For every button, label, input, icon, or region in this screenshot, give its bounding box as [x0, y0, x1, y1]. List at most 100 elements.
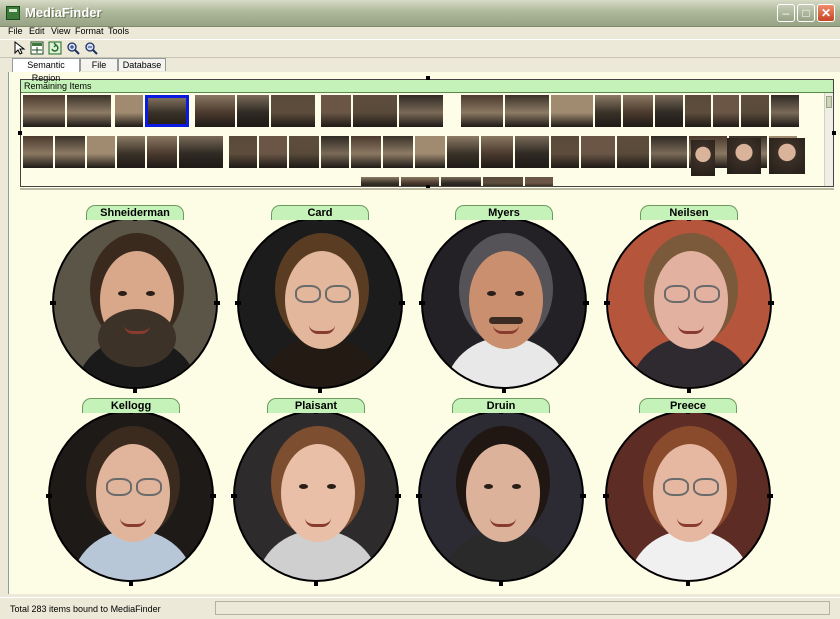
thumbnail-image[interactable] [525, 177, 553, 186]
resize-handle[interactable] [580, 494, 586, 498]
thumbnail-image[interactable] [483, 177, 523, 186]
thumbnail-image[interactable] [353, 95, 397, 127]
portrait-photo[interactable] [233, 410, 399, 582]
resize-handle[interactable] [314, 580, 318, 586]
thumbnail-image[interactable] [361, 177, 399, 186]
person-region-plaisant[interactable]: Plaisant [231, 398, 401, 586]
scrollbar-thumb[interactable] [826, 96, 832, 108]
thumbnail-image[interactable] [741, 95, 769, 127]
portrait-photo[interactable] [421, 217, 587, 389]
menu-format[interactable]: Format [75, 26, 104, 36]
portrait-photo[interactable] [418, 410, 584, 582]
thumbnail-image[interactable] [691, 140, 715, 176]
thumbnail-image[interactable] [595, 95, 621, 127]
resize-handle[interactable] [499, 580, 503, 586]
person-region-druin[interactable]: Druin [416, 398, 586, 586]
resize-handle-top[interactable] [426, 76, 430, 80]
thumbnail-image[interactable] [551, 95, 593, 127]
resize-handle[interactable] [235, 301, 241, 305]
thumbnail-image[interactable] [321, 95, 351, 127]
close-button[interactable]: ✕ [817, 4, 835, 22]
resize-handle[interactable] [214, 301, 220, 305]
portrait-photo[interactable] [237, 217, 403, 389]
zoom-in-icon[interactable] [66, 41, 80, 55]
pointer-icon[interactable] [12, 40, 26, 55]
portrait-photo[interactable] [605, 410, 771, 582]
resize-handle[interactable] [50, 301, 56, 305]
thumbnail-image[interactable] [713, 95, 739, 127]
resize-handle[interactable] [231, 494, 237, 498]
thumbnail-image[interactable] [515, 136, 549, 168]
thumbnail-image[interactable] [229, 136, 257, 168]
resize-handle[interactable] [46, 494, 52, 498]
thumbnail-image[interactable] [415, 136, 445, 168]
menu-file[interactable]: File [8, 26, 23, 36]
minimize-button[interactable]: – [777, 4, 795, 22]
thumbnail-image[interactable] [289, 136, 319, 168]
thumbnail-image[interactable] [441, 177, 481, 186]
resize-handle[interactable] [687, 387, 691, 393]
thumbnail-image[interactable] [771, 95, 799, 127]
person-region-neilsen[interactable]: Neilsen [604, 205, 774, 393]
refresh-icon[interactable] [48, 41, 62, 55]
person-label-myers[interactable]: Myers [455, 205, 553, 220]
thumbnail-image[interactable] [117, 136, 145, 168]
thumbnail-image[interactable] [581, 136, 615, 168]
thumbnail-image[interactable] [321, 136, 349, 168]
thumbnail-image[interactable] [727, 138, 761, 174]
thumbnail-image[interactable] [769, 138, 805, 174]
remaining-items-region[interactable]: Remaining Items [20, 79, 834, 187]
thumbnail-image[interactable] [23, 136, 53, 168]
thumbnail-image[interactable] [195, 95, 235, 127]
resize-handle[interactable] [395, 494, 401, 498]
grid-icon[interactable] [30, 41, 44, 55]
thumbnail-image[interactable] [145, 95, 189, 127]
thumbnail-image[interactable] [67, 95, 111, 127]
resize-handle[interactable] [686, 580, 690, 586]
maximize-button[interactable]: □ [797, 4, 815, 22]
thumbnail-image[interactable] [115, 95, 143, 127]
menu-view[interactable]: View [51, 26, 70, 36]
person-label-kellogg[interactable]: Kellogg [82, 398, 180, 413]
tab-database[interactable]: Database [118, 58, 166, 71]
resize-handle[interactable] [767, 494, 773, 498]
person-region-preece[interactable]: Preece [603, 398, 773, 586]
thumbnail-image[interactable] [617, 136, 649, 168]
person-region-kellogg[interactable]: Kellogg [46, 398, 216, 586]
portrait-photo[interactable] [606, 217, 772, 389]
thumbnail-image[interactable] [383, 136, 413, 168]
thumbnail-image[interactable] [271, 95, 315, 127]
portrait-photo[interactable] [48, 410, 214, 582]
menu-tools[interactable]: Tools [108, 26, 129, 36]
thumbnail-image[interactable] [179, 136, 223, 168]
resize-handle[interactable] [502, 387, 506, 393]
resize-handle-right[interactable] [832, 131, 836, 135]
thumbnail-image[interactable] [505, 95, 549, 127]
resize-handle[interactable] [416, 494, 422, 498]
resize-handle[interactable] [133, 387, 137, 393]
thumbnail-image[interactable] [351, 136, 381, 168]
thumbnail-image[interactable] [55, 136, 85, 168]
person-label-plaisant[interactable]: Plaisant [267, 398, 365, 413]
person-region-card[interactable]: Card [235, 205, 405, 393]
person-label-shneiderman[interactable]: Shneiderman [86, 205, 184, 220]
thumbnail-image[interactable] [399, 95, 443, 127]
thumbnail-image[interactable] [655, 95, 683, 127]
resize-handle[interactable] [210, 494, 216, 498]
thumbnail-image[interactable] [259, 136, 287, 168]
thumbnail-image[interactable] [623, 95, 653, 127]
resize-handle[interactable] [129, 580, 133, 586]
resize-handle[interactable] [318, 387, 322, 393]
thumbnail-image[interactable] [551, 136, 579, 168]
resize-handle[interactable] [603, 494, 609, 498]
thumbnail-image[interactable] [147, 136, 177, 168]
resize-handle-left[interactable] [18, 131, 22, 135]
thumbnail-image[interactable] [481, 136, 513, 168]
resize-handle[interactable] [604, 301, 610, 305]
resize-handle[interactable] [768, 301, 774, 305]
thumbnail-image[interactable] [401, 177, 439, 186]
resize-handle[interactable] [399, 301, 405, 305]
person-label-preece[interactable]: Preece [639, 398, 737, 413]
menu-edit[interactable]: Edit [29, 26, 45, 36]
person-label-neilsen[interactable]: Neilsen [640, 205, 738, 220]
